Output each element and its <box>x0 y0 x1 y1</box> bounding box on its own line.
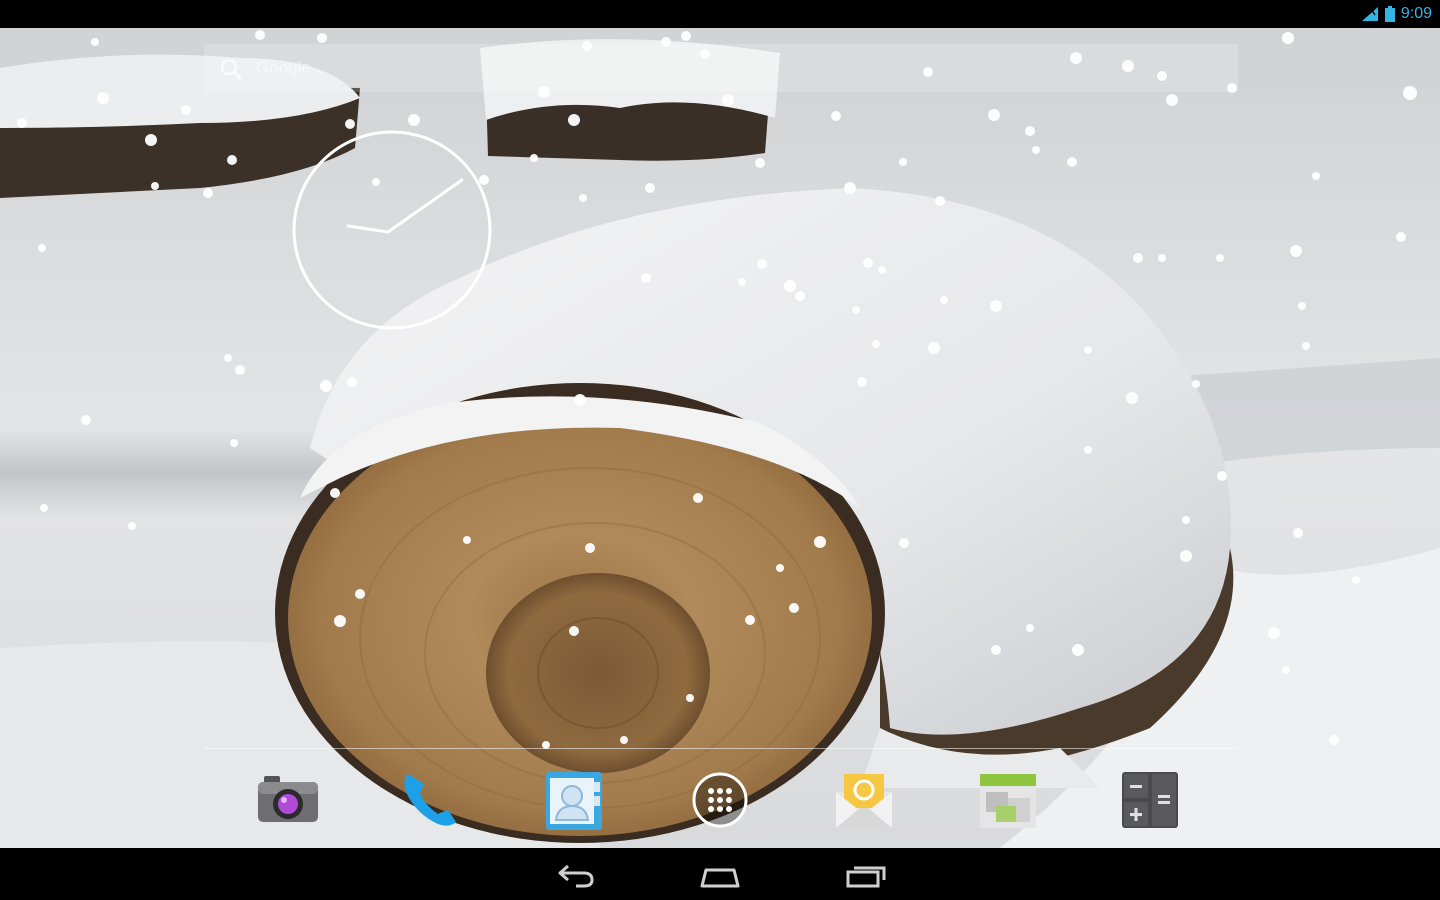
contacts-icon[interactable] <box>542 768 606 832</box>
signal-icon <box>1361 7 1378 21</box>
status-icons: 9:09 <box>1361 4 1432 24</box>
battery-icon <box>1384 6 1395 22</box>
back-icon[interactable] <box>554 860 598 890</box>
dock-item-all-apps[interactable] <box>688 768 752 832</box>
search-label: Google <box>256 58 311 77</box>
analog-clock-widget[interactable] <box>290 128 494 332</box>
google-search-bar[interactable]: Google <box>204 44 1238 92</box>
home-button[interactable] <box>690 858 750 892</box>
dock-item-camera[interactable] <box>256 768 320 832</box>
dock-item-contacts[interactable] <box>542 768 606 832</box>
home-icon[interactable] <box>698 860 742 890</box>
back-button[interactable] <box>546 858 606 892</box>
favorites-dock <box>204 760 1238 840</box>
home-screen: 9:09 Google <box>0 0 1440 900</box>
dock-item-calculator[interactable] <box>1118 768 1182 832</box>
dock-item-gallery[interactable] <box>976 768 1040 832</box>
recent-apps-button[interactable] <box>836 858 896 892</box>
recent-apps-icon[interactable] <box>844 860 888 890</box>
phone-icon[interactable] <box>398 768 462 832</box>
navigation-bar <box>0 848 1440 900</box>
app-drawer-icon[interactable] <box>688 768 752 832</box>
clock-hour-hand <box>346 224 390 234</box>
calculator-icon[interactable] <box>1118 768 1182 832</box>
status-time: 9:09 <box>1400 5 1432 22</box>
gallery-icon[interactable] <box>976 768 1040 832</box>
email-icon[interactable] <box>832 768 896 832</box>
camera-icon[interactable] <box>256 768 320 832</box>
snow-log-wallpaper <box>0 28 1440 848</box>
dock-item-phone[interactable] <box>398 768 462 832</box>
search-icon[interactable] <box>218 56 244 82</box>
dock-divider <box>204 748 1238 749</box>
status-bar: 9:09 <box>0 0 1440 28</box>
clock-minute-hand <box>386 178 464 234</box>
dock-item-email[interactable] <box>832 768 896 832</box>
